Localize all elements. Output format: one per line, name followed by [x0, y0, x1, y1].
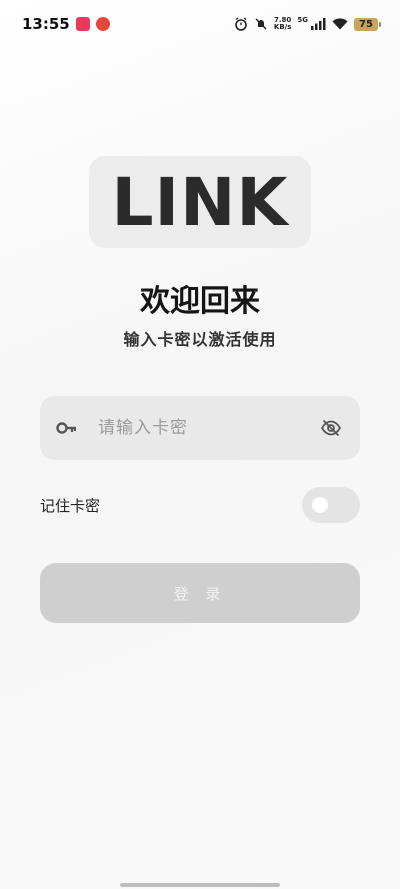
status-right: 7.80 KB/s 5G 75	[234, 16, 381, 31]
eye-off-icon[interactable]	[320, 416, 344, 440]
status-bar: 13:55 7.80 KB/s 5G 75	[0, 0, 400, 48]
battery-level: 75	[359, 18, 373, 30]
mute-icon	[254, 17, 268, 31]
remember-code-label: 记住卡密	[40, 497, 101, 515]
home-indicator[interactable]	[120, 883, 280, 887]
alarm-icon	[234, 17, 248, 31]
page-subtitle: 输入卡密以激活使用	[123, 330, 277, 349]
wifi-icon	[332, 18, 348, 30]
login-button[interactable]: 登 录	[40, 563, 360, 623]
net-speed: 7.80 KB/s	[274, 17, 291, 31]
netease-music-icon	[95, 17, 110, 31]
net-speed-unit: KB/s	[273, 23, 292, 31]
code-input[interactable]	[96, 417, 320, 439]
signal-icon	[311, 18, 326, 30]
app-red-icon	[75, 17, 90, 31]
battery-icon: 75	[354, 17, 381, 31]
status-left: 13:55	[22, 15, 110, 33]
page-title: 欢迎回来	[140, 284, 260, 319]
status-time: 13:55	[22, 15, 70, 33]
logo-text: LINK	[111, 163, 289, 241]
code-input-field[interactable]	[40, 396, 360, 460]
key-icon	[56, 416, 80, 440]
network-type: 5G	[297, 16, 308, 24]
toggle-knob	[312, 497, 328, 513]
logo: LINK	[89, 156, 311, 248]
remember-code-toggle[interactable]	[302, 487, 360, 523]
